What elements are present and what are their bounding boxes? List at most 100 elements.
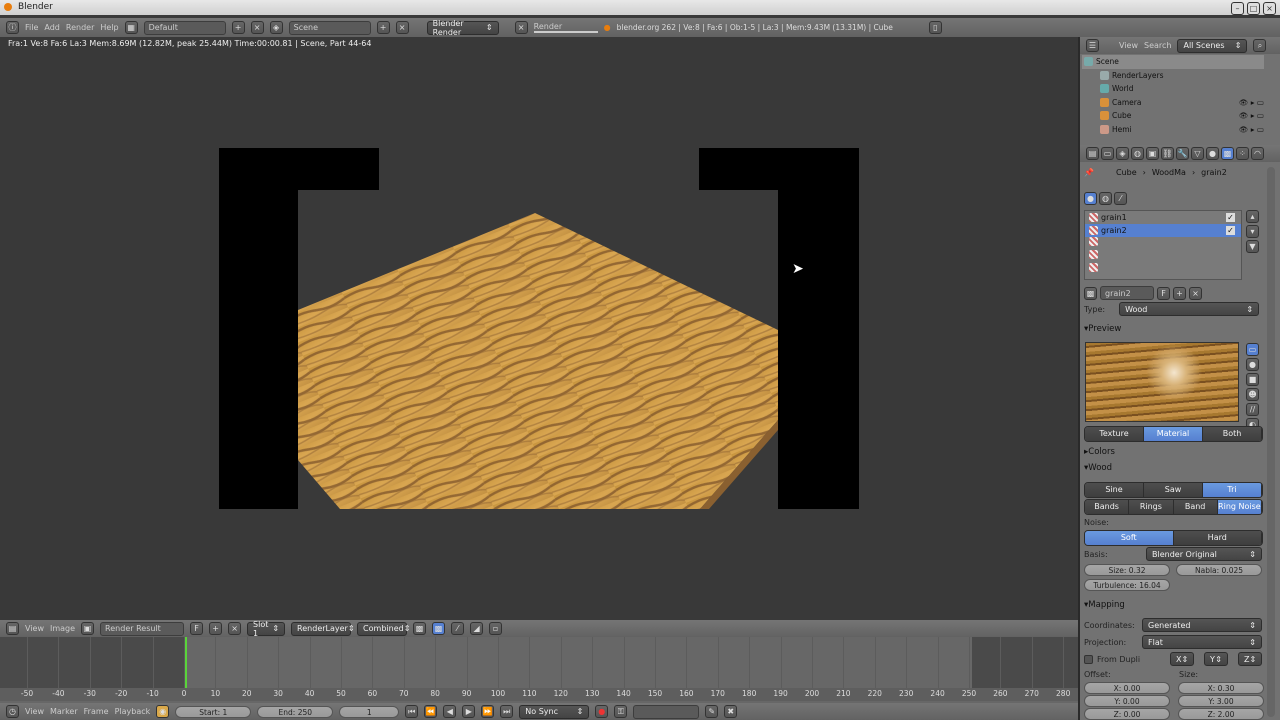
draw-image-alpha-icon[interactable]: ▩ (413, 622, 427, 635)
outliner-item-camera[interactable]: Camera 👁 ▸ ▭ (1082, 96, 1264, 110)
move-slot-down-button[interactable]: ▾ (1246, 225, 1259, 238)
offset-z-field[interactable]: Z: 0.00 (1084, 708, 1170, 720)
preview-monkey-icon[interactable]: ☻ (1246, 388, 1259, 401)
unlink-image-button[interactable]: × (228, 622, 242, 635)
menu-image[interactable]: Image (50, 624, 75, 633)
play-button[interactable]: ▶ (462, 705, 476, 718)
pass-dropdown[interactable]: Combined ⇕ (357, 621, 410, 636)
size-z-field[interactable]: Z: 2.00 (1178, 708, 1264, 720)
tab-material-icon[interactable]: ● (1206, 147, 1219, 160)
screen-layout-icon[interactable]: ▦ (124, 21, 138, 34)
tab-constraints-icon[interactable]: ⛓ (1161, 147, 1174, 160)
keying-icon[interactable]: ⚿ (614, 705, 628, 718)
image-name-field[interactable]: Render Result (100, 621, 185, 636)
texture-browse-icon[interactable]: ▩ (1084, 286, 1097, 300)
texture-slot-empty[interactable] (1085, 263, 1241, 276)
texture-fake-user-button[interactable]: F (1157, 286, 1170, 300)
maximize-button[interactable]: □ (1247, 2, 1260, 15)
menu-view[interactable]: View (25, 624, 44, 633)
map-z-dropdown[interactable]: Z ⇕ (1238, 652, 1262, 666)
preview-sphere-icon[interactable]: ● (1246, 358, 1259, 371)
turbulence-field[interactable]: Turbulence: 16.04 (1084, 579, 1170, 591)
menu-playback[interactable]: Playback (115, 707, 151, 716)
current-frame-marker[interactable] (185, 637, 187, 688)
noise-basis-dropdown[interactable]: Blender Original ⇕ (1146, 547, 1262, 561)
render-engine-dropdown[interactable]: Blender Render ⇕ (426, 19, 499, 37)
preview-plane-icon[interactable]: ▭ (1246, 343, 1259, 356)
add-scene-button[interactable]: + (376, 21, 390, 34)
slot-specials-button[interactable]: ▼ (1246, 240, 1259, 253)
outliner-item-cube[interactable]: Cube 👁 ▸ ▭ (1082, 109, 1264, 123)
menu-view-timeline[interactable]: View (25, 707, 44, 716)
sample-icon[interactable]: ▫ (489, 622, 503, 635)
minimize-button[interactable]: – (1231, 2, 1244, 15)
outliner-filter-dropdown[interactable]: All Scenes ⇕ (1177, 38, 1248, 53)
texture-name-field[interactable]: grain2 (1100, 286, 1154, 300)
editor-type-timeline-button[interactable]: ◷ (6, 705, 19, 718)
wave-saw-button[interactable]: Saw (1144, 483, 1203, 497)
tab-render-icon[interactable]: ▭ (1101, 147, 1114, 160)
outliner-menu-search[interactable]: Search (1144, 41, 1171, 50)
new-image-button[interactable]: + (209, 622, 223, 635)
map-x-dropdown[interactable]: X ⇕ (1170, 652, 1194, 666)
coordinates-dropdown[interactable]: Generated ⇕ (1142, 618, 1262, 632)
curves-icon[interactable]: ◢ (470, 622, 484, 635)
outliner-item-scene[interactable]: Scene (1082, 55, 1264, 69)
draw-image-icon[interactable]: ▩ (432, 622, 446, 635)
world-texture-context-icon[interactable]: ◍ (1099, 192, 1112, 205)
report-icon[interactable]: ▯ (928, 21, 942, 34)
slot-enabled-checkbox[interactable]: ✓ (1226, 226, 1235, 235)
cancel-render-button[interactable]: × (514, 21, 528, 34)
wood-band-noise-button[interactable]: Band Noise (1173, 500, 1218, 514)
image-browse-icon[interactable]: ▣ (81, 622, 95, 635)
nabla-field[interactable]: Nabla: 0.025 (1176, 564, 1262, 576)
editor-type-image-button[interactable]: ▤ (6, 622, 19, 635)
properties-scrollbar[interactable] (1267, 167, 1275, 717)
offset-y-field[interactable]: Y: 0.00 (1084, 695, 1170, 707)
texture-slot-empty[interactable] (1085, 237, 1241, 250)
outliner-search-icon[interactable]: ⌕ (1253, 39, 1267, 52)
keying-set-field[interactable] (633, 704, 700, 719)
editor-type-outliner-button[interactable]: ☰ (1086, 39, 1099, 52)
size-field[interactable]: Size: 0.32 (1084, 564, 1170, 576)
preview-cube-icon[interactable]: ■ (1246, 373, 1259, 386)
tab-texture-icon[interactable]: ▩ (1221, 147, 1234, 160)
size-x-field[interactable]: X: 0.30 (1178, 682, 1264, 694)
current-frame-field[interactable]: 1 (339, 705, 400, 718)
preview-tab-material[interactable]: Material (1144, 427, 1203, 441)
slot-dropdown[interactable]: Slot 1 ⇕ (247, 620, 286, 638)
preview-panel-header[interactable]: ▾ Preview (1084, 324, 1262, 334)
offset-x-field[interactable]: X: 0.00 (1084, 682, 1170, 694)
projection-dropdown[interactable]: Flat ⇕ (1142, 635, 1262, 649)
add-screen-button[interactable]: + (231, 21, 245, 34)
noise-hard-button[interactable]: Hard (1173, 531, 1262, 545)
new-texture-button[interactable]: + (1173, 286, 1186, 300)
visibility-eye-icon[interactable]: 👁 ▸ ▭ (1239, 125, 1264, 134)
outliner-menu-view[interactable]: View (1119, 41, 1138, 50)
texture-type-dropdown[interactable]: Wood ⇕ (1119, 302, 1260, 316)
visibility-eye-icon[interactable]: 👁 ▸ ▭ (1239, 111, 1264, 120)
map-y-dropdown[interactable]: Y ⇕ (1204, 652, 1228, 666)
material-texture-context-icon[interactable]: ● (1084, 192, 1097, 205)
menu-help[interactable]: Help (100, 23, 118, 32)
colors-panel-header[interactable]: ▸ Colors (1084, 447, 1262, 457)
prev-keyframe-button[interactable]: ⏪ (424, 705, 438, 718)
outliner-item-world[interactable]: World (1082, 82, 1264, 96)
insert-keyframe-button[interactable]: ✎ (705, 705, 719, 718)
move-slot-up-button[interactable]: ▴ (1246, 210, 1259, 223)
next-keyframe-button[interactable]: ⏩ (481, 705, 495, 718)
render-layer-dropdown[interactable]: RenderLayer ⇕ (291, 621, 355, 636)
size-y-field[interactable]: Y: 3.00 (1178, 695, 1264, 707)
record-button[interactable]: ● (595, 705, 609, 718)
screen-layout-field[interactable]: Default (143, 20, 226, 35)
editor-type-properties-button[interactable]: ▤ (1086, 147, 1099, 160)
mapping-panel-header[interactable]: ▾ Mapping (1084, 600, 1262, 610)
tab-data-icon[interactable]: ▽ (1191, 147, 1204, 160)
menu-file[interactable]: File (25, 23, 38, 32)
noise-soft-button[interactable]: Soft (1085, 531, 1174, 545)
end-frame-field[interactable]: End: 250 (257, 705, 334, 718)
preview-tab-texture[interactable]: Texture (1085, 427, 1144, 441)
preview-tab-both[interactable]: Both (1203, 427, 1262, 441)
slot-enabled-checkbox[interactable]: ✓ (1226, 213, 1235, 222)
wood-rings-button[interactable]: Rings (1129, 500, 1174, 514)
